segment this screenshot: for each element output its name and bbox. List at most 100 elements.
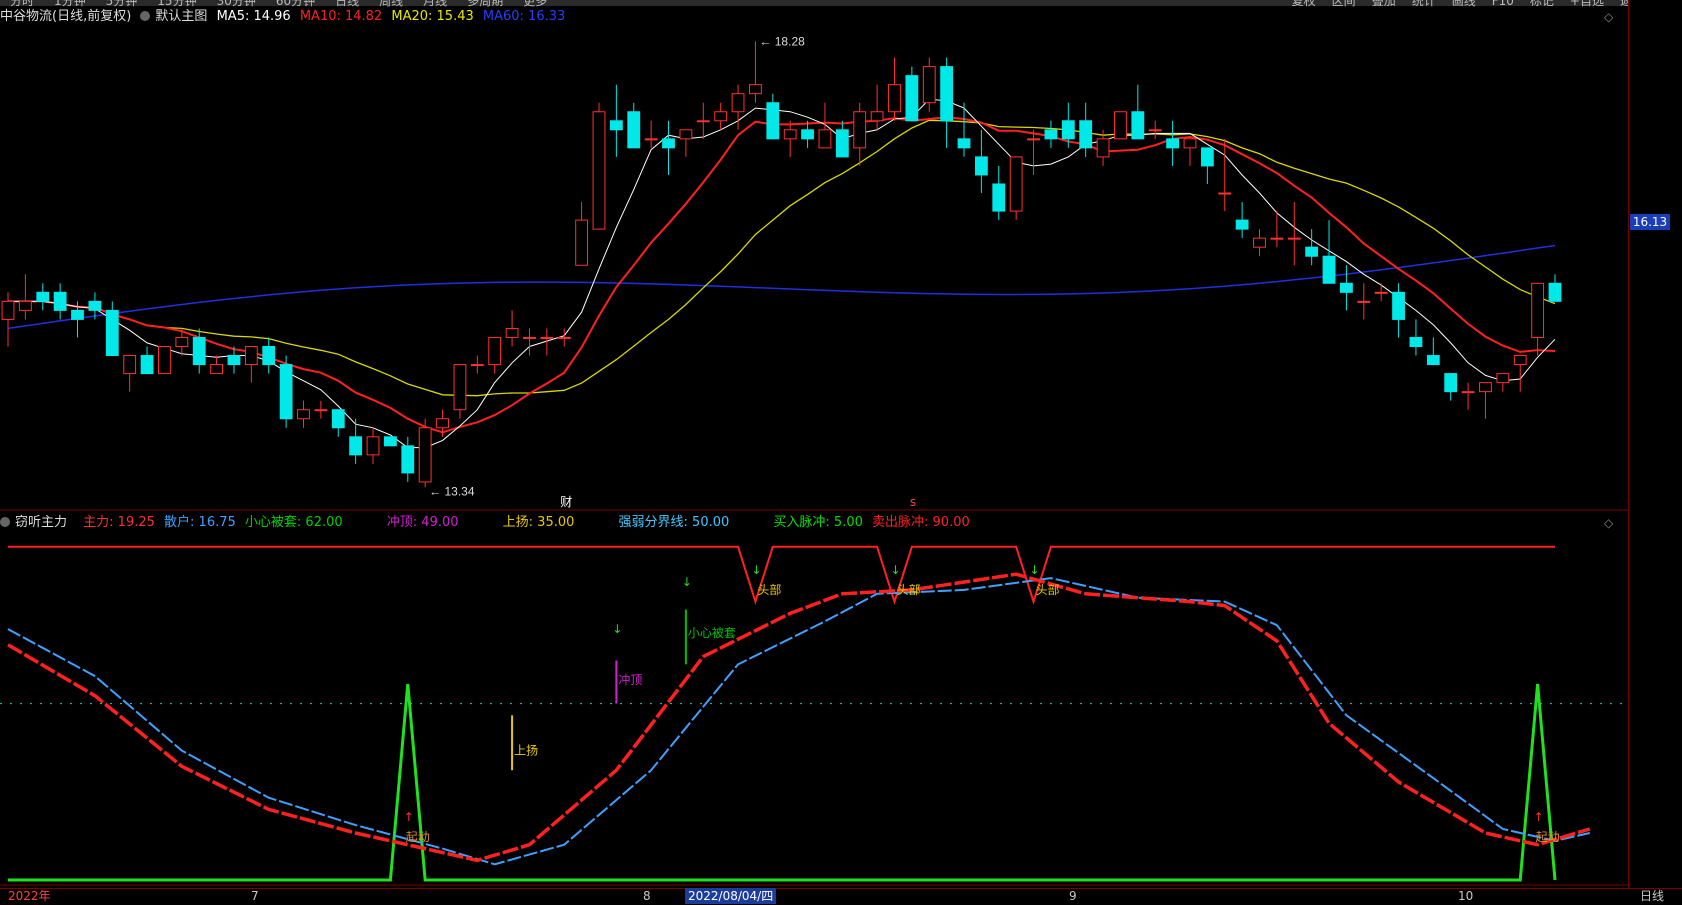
candle-body <box>105 309 119 357</box>
ma5-label: MA5: 14.96 <box>216 9 291 24</box>
candle-body <box>1131 111 1145 140</box>
expand-icon[interactable]: ◇ <box>1604 516 1613 530</box>
xiaoxin-arrow: ↓ <box>682 575 692 589</box>
chongding-arrow: ↓ <box>612 622 622 636</box>
high-price-label: ← 18.28 <box>759 34 805 48</box>
chongding-label: 冲顶: 49.00 <box>386 515 459 530</box>
toubu-arrow: ↓ <box>890 563 900 577</box>
candle-body <box>940 66 954 122</box>
candle-body <box>1096 138 1110 158</box>
candle-body <box>1287 237 1301 240</box>
candle-body <box>71 309 84 320</box>
candle-body <box>314 409 328 412</box>
candle-body <box>818 129 832 149</box>
toubu-label: 头部 <box>757 582 781 597</box>
candle-body <box>714 111 728 122</box>
candle-body <box>123 355 137 375</box>
candle-body <box>1044 129 1058 140</box>
candle-body <box>540 336 554 339</box>
candle-body <box>1357 300 1371 303</box>
candle-body <box>470 364 484 367</box>
candle-body <box>1253 237 1266 248</box>
toubu-arrow: ↓ <box>1030 563 1040 577</box>
candle-body <box>1392 291 1405 320</box>
candle-body <box>905 75 919 122</box>
candle-body <box>1218 192 1232 195</box>
candle-body <box>1496 373 1510 384</box>
x-label-sep: 9 <box>1069 889 1077 903</box>
candle-body <box>383 436 397 447</box>
candle-body <box>436 418 449 429</box>
candle-body <box>609 120 623 131</box>
candle-body <box>523 336 536 339</box>
candle-body <box>696 120 710 123</box>
candle-body <box>749 84 762 95</box>
candle-body <box>1200 147 1214 167</box>
candle-body <box>992 183 1006 212</box>
shangyang-label: 上扬: 35.00 <box>502 515 575 530</box>
qidong-label: 起动 <box>1536 830 1560 844</box>
candle-body <box>453 364 467 411</box>
candle-body <box>1409 336 1423 348</box>
candle-body <box>1114 111 1127 140</box>
candle-body <box>1513 355 1527 366</box>
candle-body <box>1061 120 1075 140</box>
candle-body <box>279 364 293 420</box>
candle-body <box>1166 138 1180 149</box>
candle-body <box>1148 129 1162 132</box>
qiangruo-label: 强弱分界线: 50.00 <box>618 515 730 530</box>
candle-body <box>1 300 15 320</box>
sell-pulse-line <box>8 545 1555 605</box>
candle-body <box>262 346 276 366</box>
diamond-icon[interactable]: ◇ <box>1604 10 1613 24</box>
candle-body <box>1079 120 1093 149</box>
candle-body <box>783 129 797 140</box>
candle-body <box>401 445 415 474</box>
candle-body <box>1027 138 1040 141</box>
template-icon[interactable] <box>140 11 151 21</box>
cursor-date: 2022/08/04/四 <box>685 888 777 904</box>
ma60-label: MA60: 16.33 <box>482 9 566 24</box>
y-axis <box>1628 0 1682 904</box>
candle-body <box>1340 282 1353 293</box>
candle-body <box>349 436 363 456</box>
xiaoxin-label: 小心被套: 62.00 <box>244 515 343 530</box>
qidong-arrow: ↑ <box>1534 810 1544 824</box>
candle-body <box>140 355 154 375</box>
x-label-year: 2022年 <box>8 889 51 903</box>
zhuli-line <box>7 572 1591 863</box>
candle-body <box>922 66 936 104</box>
candle-body <box>158 346 171 375</box>
indicator-settings-icon[interactable] <box>0 517 10 527</box>
sanhu-line <box>7 577 1591 866</box>
candle-body <box>366 436 380 456</box>
event-marker-fin: 财 <box>560 495 572 509</box>
candle-body <box>627 111 641 149</box>
candle-body <box>662 138 675 149</box>
stock-title[interactable]: 中谷物流(日线,前复权) <box>0 9 131 24</box>
candle-body <box>331 409 345 429</box>
low-price-label: ← 13.34 <box>429 484 475 498</box>
template-name[interactable]: 默认主图 <box>155 9 207 24</box>
xiaoxin-label: 小心被套 <box>688 626 736 640</box>
candle-body <box>801 129 814 140</box>
candle-body <box>36 291 50 302</box>
candle-body <box>888 84 901 113</box>
candle-body <box>175 336 189 348</box>
candle-body <box>192 336 206 366</box>
candle-body <box>1009 156 1023 212</box>
candle-body <box>505 327 519 338</box>
candle-body <box>957 138 971 149</box>
period-label[interactable]: 日线 <box>1640 888 1664 904</box>
candle-body <box>679 129 693 140</box>
candle-body <box>1235 219 1249 230</box>
candle-body <box>18 300 32 311</box>
chart-canvas[interactable]: 18.0017.5017.0016.5016.0015.5015.0014.50… <box>0 0 1682 904</box>
candle-body <box>210 364 223 375</box>
qidong-label: 起动 <box>406 830 430 844</box>
indicator-name[interactable]: 窃听主力 <box>15 515 67 530</box>
candle-body <box>227 355 241 366</box>
candle-body <box>1305 246 1319 257</box>
candle-body <box>1374 291 1388 294</box>
candle-body <box>1426 355 1440 366</box>
